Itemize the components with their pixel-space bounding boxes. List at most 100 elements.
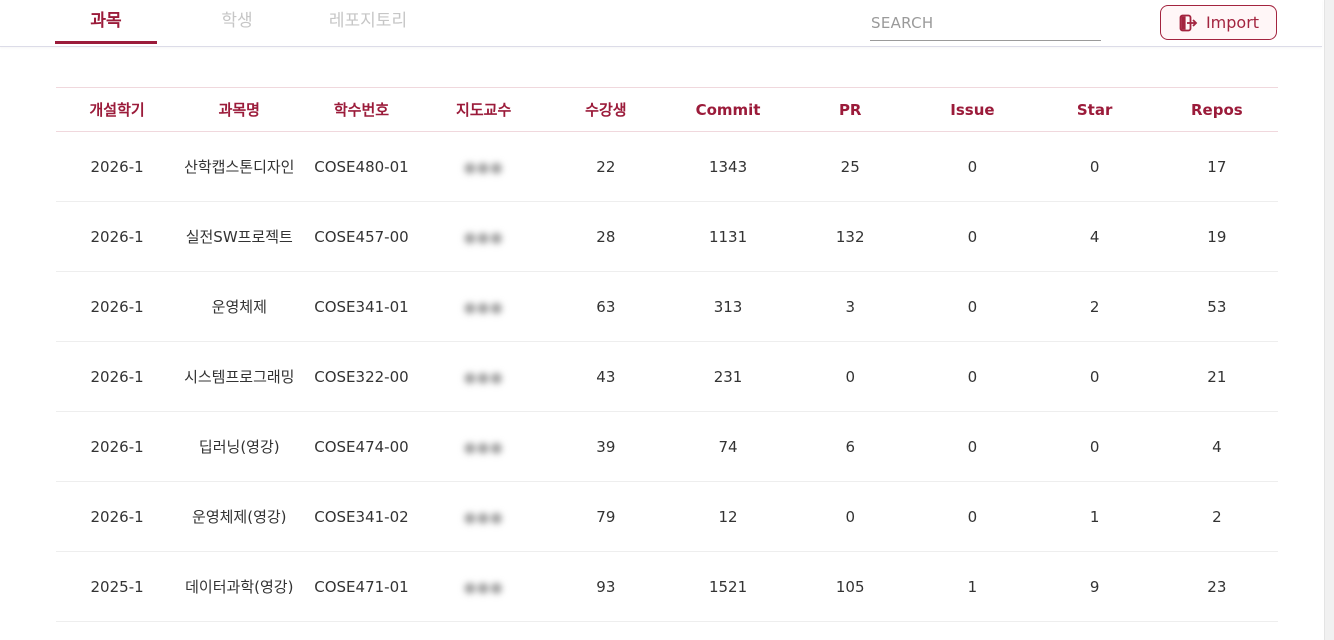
table-row[interactable]: 2026-1 운영체제 COSE341-01 ●●● 63 313 3 0 2 53 [56,271,1278,342]
column-header[interactable]: Star [1033,87,1156,132]
cell-repos: 4 [1155,411,1278,482]
cell-professor: ●●● [422,201,545,272]
import-button[interactable]: Import [1160,5,1277,40]
cell-course-name: 실전SW프로젝트 [178,201,301,272]
professor-name-blurred: ●●● [463,369,504,386]
cell-semester: 2026-1 [56,341,179,412]
cell-issue: 1 [911,551,1034,622]
cell-pr: 105 [789,551,912,622]
table-row[interactable]: 2026-1 산학캡스톤디자인 COSE480-01 ●●● 22 1343 25 0 0 17 [56,131,1278,202]
cell-repos: 23 [1155,551,1278,622]
cell-course-code: COSE457-00 [300,201,423,272]
vertical-scrollbar[interactable] [1324,0,1334,640]
cell-pr: 25 [789,131,912,202]
cell-commit: 1521 [666,551,790,622]
cell-course-code: COSE474-00 [300,411,423,482]
professor-name-blurred: ●●● [463,159,504,176]
cell-issue: 0 [911,411,1034,482]
cell-star: 0 [1033,131,1156,202]
cell-course-code: COSE341-01 [300,271,423,342]
cell-repos: 17 [1155,131,1278,202]
column-header[interactable]: 학수번호 [300,87,423,132]
cell-star: 9 [1033,551,1156,622]
import-icon [1179,14,1198,31]
column-header[interactable]: 개설학기 [56,87,179,132]
professor-name-blurred: ●●● [463,509,504,526]
cell-pr: 132 [789,201,912,272]
course-table: 개설학기 과목명 학수번호 지도교수 수강생 Commit PR Issue Star Repos… [56,87,1278,622]
cell-students: 39 [544,411,667,482]
table-row[interactable]: 2026-1 실전SW프로젝트 COSE457-00 ●●● 28 1131 132 0 4 19 [56,201,1278,272]
table-body: 2026-1 산학캡스톤디자인 COSE480-01 ●●● 22 1343 25 0 0 17 2… [56,131,1278,622]
cell-course-name: 데이터과학(영강) [178,551,301,622]
cell-students: 79 [544,481,667,552]
professor-name-blurred: ●●● [463,439,504,456]
cell-students: 63 [544,271,667,342]
cell-professor: ●●● [422,131,545,202]
cell-semester: 2026-1 [56,481,179,552]
cell-course-name: 시스템프로그래밍 [178,341,301,412]
cell-course-name: 운영체제 [178,271,301,342]
cell-commit: 1131 [666,201,790,272]
tab-student[interactable]: 학생 [186,0,288,44]
cell-star: 1 [1033,481,1156,552]
import-button-label: Import [1205,13,1260,32]
professor-name-blurred: ●●● [463,299,504,316]
cell-professor: ●●● [422,341,545,412]
cell-issue: 0 [911,131,1034,202]
cell-commit: 231 [666,341,790,412]
cell-semester: 2025-1 [56,551,179,622]
cell-star: 0 [1033,341,1156,412]
table-row[interactable]: 2026-1 시스템프로그래밍 COSE322-00 ●●● 43 231 0 0 0 21 [56,341,1278,412]
table-row[interactable]: 2026-1 딥러닝(영강) COSE474-00 ●●● 39 74 6 0 0 4 [56,411,1278,482]
cell-star: 2 [1033,271,1156,342]
cell-pr: 6 [789,411,912,482]
cell-course-code: COSE480-01 [300,131,423,202]
cell-commit: 12 [666,481,790,552]
cell-commit: 1343 [666,131,790,202]
cell-pr: 0 [789,481,912,552]
cell-commit: 74 [666,411,790,482]
cell-semester: 2026-1 [56,411,179,482]
cell-semester: 2026-1 [56,201,179,272]
cell-pr: 0 [789,341,912,412]
cell-repos: 2 [1155,481,1278,552]
cell-course-code: COSE471-01 [300,551,423,622]
table-row[interactable]: 2025-1 데이터과학(영강) COSE471-01 ●●● 93 1521 105 1 9 2… [56,551,1278,622]
cell-course-code: COSE322-00 [300,341,423,412]
cell-repos: 21 [1155,341,1278,412]
cell-students: 43 [544,341,667,412]
column-header[interactable]: PR [789,87,912,132]
column-header[interactable]: 지도교수 [422,87,545,132]
cell-professor: ●●● [422,481,545,552]
cell-semester: 2026-1 [56,271,179,342]
search-input[interactable] [870,8,1101,41]
cell-commit: 313 [666,271,790,342]
cell-course-code: COSE341-02 [300,481,423,552]
table-header-row: 개설학기 과목명 학수번호 지도교수 수강생 Commit PR Issue Star Repos [56,87,1278,132]
cell-professor: ●●● [422,271,545,342]
cell-course-name: 운영체제(영강) [178,481,301,552]
cell-repos: 53 [1155,271,1278,342]
table-row[interactable]: 2026-1 운영체제(영강) COSE341-02 ●●● 79 12 0 0 1 2 [56,481,1278,552]
cell-repos: 19 [1155,201,1278,272]
tab-course[interactable]: 과목 [55,0,157,44]
cell-issue: 0 [911,481,1034,552]
cell-professor: ●●● [422,551,545,622]
professor-name-blurred: ●●● [463,229,504,246]
cell-students: 93 [544,551,667,622]
cell-professor: ●●● [422,411,545,482]
column-header[interactable]: 과목명 [178,87,301,132]
tab-repository[interactable]: 레포지토리 [316,0,420,44]
column-header[interactable]: Commit [666,87,790,132]
cell-issue: 0 [911,201,1034,272]
cell-course-name: 산학캡스톤디자인 [178,131,301,202]
cell-pr: 3 [789,271,912,342]
professor-name-blurred: ●●● [463,579,504,596]
cell-students: 22 [544,131,667,202]
column-header[interactable]: Issue [911,87,1034,132]
column-header[interactable]: 수강생 [544,87,667,132]
cell-issue: 0 [911,271,1034,342]
course-table-container: 개설학기 과목명 학수번호 지도교수 수강생 Commit PR Issue Star Repos… [56,87,1278,622]
column-header[interactable]: Repos [1155,87,1278,132]
